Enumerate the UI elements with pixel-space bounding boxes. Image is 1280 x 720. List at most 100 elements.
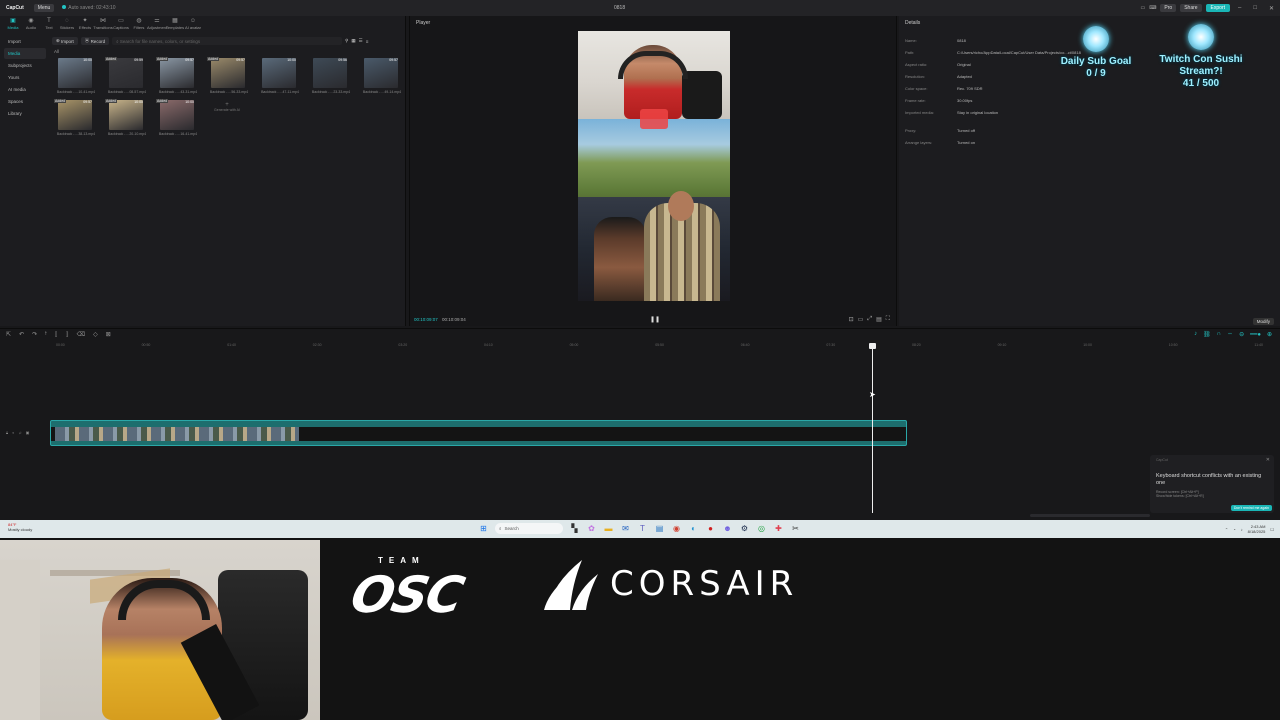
marker-icon[interactable]: ◇ xyxy=(93,331,98,338)
crop-icon[interactable]: ⊡ xyxy=(849,316,854,323)
close-icon[interactable]: ✕ xyxy=(1269,5,1274,12)
obs-icon[interactable]: ● xyxy=(705,523,716,534)
spotify-icon[interactable]: ◎ xyxy=(756,523,767,534)
volume-icon[interactable]: ♪ xyxy=(1241,527,1243,532)
quality-icon[interactable]: ▤ xyxy=(876,316,882,323)
zoom-slider[interactable]: ━━● xyxy=(1250,331,1261,338)
tab-transitions[interactable]: ⋈ Transitions xyxy=(93,16,112,32)
notification-icon[interactable]: ☐ xyxy=(1270,527,1274,532)
delete-icon[interactable]: ⌫ xyxy=(77,331,85,338)
export-button[interactable]: Export xyxy=(1205,4,1230,12)
network-icon[interactable]: ◔ xyxy=(1233,527,1235,532)
dont-remind-button[interactable]: Don't remind me again xyxy=(1230,505,1272,511)
tab-media[interactable]: ▣ Media xyxy=(4,16,22,32)
record-button[interactable]: ⦿ Record xyxy=(80,37,110,45)
windows-start-icon[interactable]: ⊞ xyxy=(478,523,489,534)
pro-button[interactable]: Pro xyxy=(1160,4,1177,12)
preview-canvas[interactable] xyxy=(578,31,730,301)
grid-view-icon[interactable]: ▦ xyxy=(351,38,355,44)
media-thumbnail[interactable]: Added 10:00 Backtrack - ...20-10.mp4 xyxy=(103,98,147,142)
copilot-icon[interactable]: ✿ xyxy=(586,523,597,534)
filter-icon[interactable]: ⚲ xyxy=(345,38,348,44)
tab-stickers[interactable]: ◌ Stickers xyxy=(58,16,76,32)
media-thumbnail[interactable]: 10:00 Backtrack - ...10-41.mp4 xyxy=(52,56,96,100)
app-icon[interactable]: ✚ xyxy=(773,523,784,534)
cover-icon[interactable]: ▣ xyxy=(26,430,30,435)
lock-icon[interactable]: 🔒︎ xyxy=(6,430,8,435)
tab-templates[interactable]: ▦ Templates xyxy=(166,16,184,32)
store-icon[interactable]: ▤ xyxy=(654,523,665,534)
sidebar-item-yours[interactable]: Yours xyxy=(4,72,46,83)
file-explorer-icon[interactable]: ▬ xyxy=(603,523,614,534)
hide-icon[interactable]: ◐ xyxy=(12,430,14,435)
minimize-icon[interactable]: – xyxy=(1238,5,1241,12)
media-thumbnail[interactable]: Added 09:57 Backtrack - ...43-31.mp4 xyxy=(154,56,198,100)
sidebar-item-ai-media[interactable]: AI media xyxy=(4,84,46,95)
tab-audio[interactable]: ◉ Audio xyxy=(22,16,40,32)
media-thumbnail[interactable]: Added 09:59 Backtrack - ...08-57.mp4 xyxy=(103,56,147,100)
ratio-icon[interactable]: ▭ xyxy=(858,316,864,323)
link-icon[interactable]: ⛓ xyxy=(1203,331,1211,338)
modify-button[interactable]: Modify xyxy=(1252,318,1274,325)
tab-text[interactable]: T Text xyxy=(40,16,58,32)
media-thumbnail[interactable]: Added 09:57 Backtrack - ...56-33.mp4 xyxy=(205,56,249,100)
media-thumbnail[interactable]: 10:00 Backtrack - ...47-11.mp4 xyxy=(256,56,300,100)
media-thumbnail[interactable]: Added 09:57 Backtrack - ...38-13.mp4 xyxy=(52,98,96,142)
weather-widget[interactable]: 84°F Mostly cloudy xyxy=(8,522,32,532)
clock-date[interactable]: 8/18/2025 xyxy=(1248,529,1266,534)
split-icon[interactable]: ⟊ xyxy=(45,331,47,338)
tab-effects[interactable]: ✦ Effects xyxy=(76,16,94,32)
timeline-ruler[interactable]: 00:00 00:50 01:40 02:30 03:20 04:10 05:00 05:50… xyxy=(50,343,1280,351)
undo-icon[interactable]: ↶ xyxy=(19,331,24,338)
maximize-icon[interactable]: □ xyxy=(1253,5,1257,12)
share-button[interactable]: Share xyxy=(1180,4,1202,12)
tab-filters[interactable]: ◍ Filters xyxy=(130,16,148,32)
tab-adjustment[interactable]: ⚌ Adjustment xyxy=(147,16,167,32)
zoom-in-icon[interactable]: ⊕ xyxy=(1267,331,1272,338)
fullscreen-fit-icon[interactable]: ⤢ xyxy=(867,316,872,323)
split-right-icon[interactable]: ⟧ xyxy=(66,331,69,338)
toast-close-icon[interactable]: ✕ xyxy=(1266,457,1270,463)
sidebar-item-media[interactable]: Media xyxy=(4,48,46,59)
playhead-handle[interactable] xyxy=(869,343,876,349)
import-button[interactable]: ⊕ Import xyxy=(52,37,78,45)
sidebar-item-subprojects[interactable]: Subprojects xyxy=(4,60,46,71)
play-pause-icon[interactable]: ❚❚ xyxy=(650,316,660,323)
outlook-icon[interactable]: ✉ xyxy=(620,523,631,534)
media-search-input[interactable]: ⌕ Search for file names, colors, or sett… xyxy=(112,37,343,45)
all-filter-label[interactable]: All xyxy=(54,49,59,54)
magnet-icon[interactable]: ∩ xyxy=(1217,331,1221,338)
taskbar-search[interactable]: ⌕ Search xyxy=(495,523,563,534)
teams-icon[interactable]: T xyxy=(637,523,648,534)
redo-icon[interactable]: ↷ xyxy=(32,331,37,338)
mute-icon[interactable]: ♫ xyxy=(19,430,22,435)
sidebar-item-import[interactable]: Import xyxy=(4,36,46,47)
menu-button[interactable]: Menu xyxy=(33,4,55,12)
shortcut-icon[interactable]: ⌨ xyxy=(1149,5,1156,11)
media-thumbnail[interactable]: 09:57 Backtrack - ...49-14.mp4 xyxy=(358,56,402,100)
video-clip[interactable] xyxy=(50,420,907,446)
layout-icon[interactable]: ▭ xyxy=(1140,5,1145,11)
filter-list-icon[interactable]: ≡ xyxy=(366,39,369,44)
generate-tile[interactable]: + Generate with AI xyxy=(205,102,249,146)
task-view-icon[interactable]: ▚ xyxy=(569,523,580,534)
edge-icon[interactable]: ◐ xyxy=(688,523,699,534)
sidebar-item-library[interactable]: Library xyxy=(4,108,46,119)
zoom-out-icon[interactable]: ⊖ xyxy=(1239,331,1244,338)
playhead[interactable] xyxy=(869,343,876,513)
select-tool-icon[interactable]: ⇱ xyxy=(6,331,11,338)
sidebar-item-spaces[interactable]: Spaces xyxy=(4,96,46,107)
discord-icon[interactable]: ☻ xyxy=(722,523,733,534)
steam-icon[interactable]: ⚙ xyxy=(739,523,750,534)
media-thumbnail[interactable]: 09:56 Backtrack - ...23-33.mp4 xyxy=(307,56,351,100)
capcut-taskbar-icon[interactable]: ✂ xyxy=(790,523,801,534)
media-thumbnail[interactable]: Added 10:00 Backtrack - ...16-41.mp4 xyxy=(154,98,198,142)
fullscreen-icon[interactable]: ⛶ xyxy=(886,316,890,323)
mic-icon[interactable]: ♪ xyxy=(1194,331,1197,338)
split-left-icon[interactable]: ⟦ xyxy=(55,331,58,338)
chrome-icon[interactable]: ◉ xyxy=(671,523,682,534)
sort-icon[interactable]: ☰ xyxy=(359,38,363,44)
tab-captions[interactable]: ▭ Captions xyxy=(112,16,130,32)
timeline-scrollbar[interactable] xyxy=(1030,514,1150,517)
preview-axis-icon[interactable]: ⇔ xyxy=(1227,331,1233,338)
